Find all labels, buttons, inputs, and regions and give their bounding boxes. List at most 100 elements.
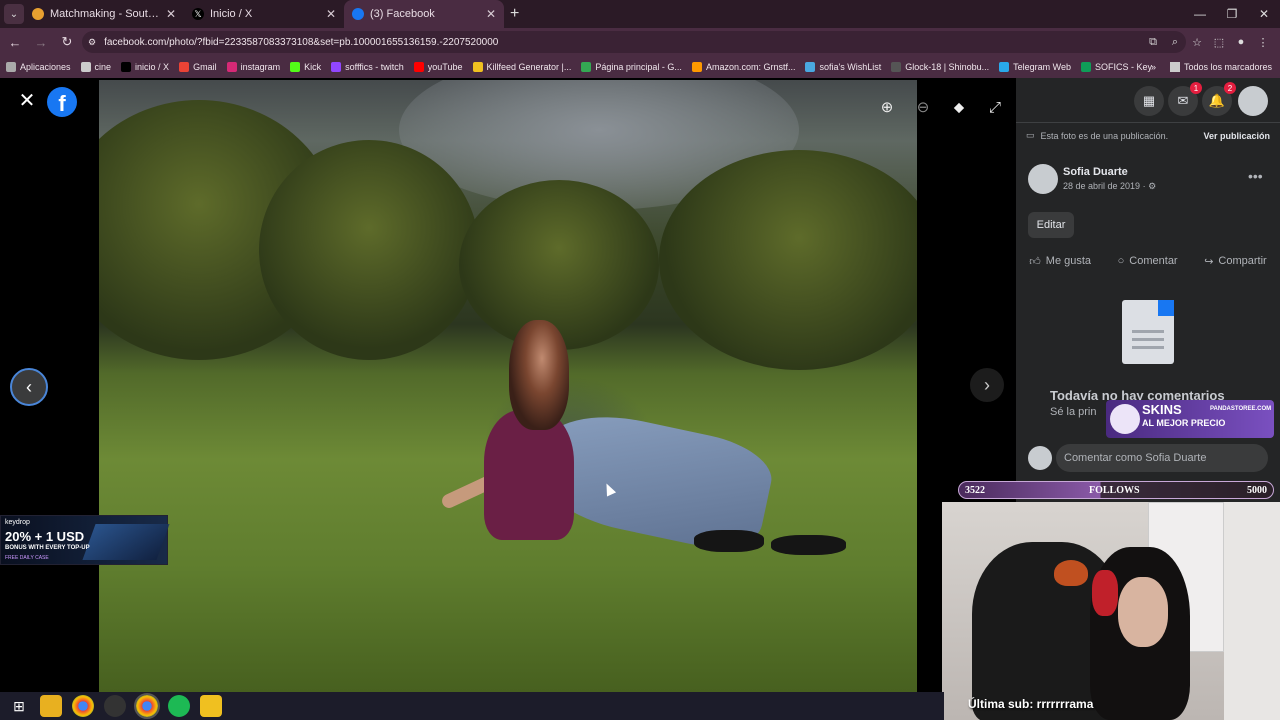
close-tab-icon[interactable]: ✕ (326, 7, 336, 21)
minimize-icon[interactable]: — (1184, 0, 1216, 28)
streamer-face (1118, 577, 1168, 647)
chrome-icon[interactable] (72, 695, 94, 717)
keydrop-ad: keydrop 20% + 1 USD BONUS WITH EVERY TOP… (0, 515, 170, 565)
share-button[interactable]: ↪ Compartir (1204, 250, 1267, 272)
zoom-out-icon[interactable]: ⊖ (910, 94, 936, 120)
bookmark-killfeed[interactable]: Killfeed Generator |... (472, 62, 571, 72)
bookmark-telegram[interactable]: Telegram Web (999, 62, 1071, 72)
menu-grid-icon[interactable]: ▦ (1134, 86, 1164, 116)
close-tab-icon[interactable]: ✕ (166, 7, 176, 21)
browser-toolbar: ← → ↻ ⚙ facebook.com/photo/?fbid=2233587… (0, 28, 1280, 56)
chevron-right-icon[interactable]: » (1151, 62, 1156, 72)
zoom-in-icon[interactable]: ⊕ (874, 94, 900, 120)
bookmark-kick[interactable]: Kick (290, 62, 321, 72)
address-bar[interactable]: ⚙ facebook.com/photo/?fbid=2233587083373… (82, 31, 1186, 53)
new-tab-button[interactable]: + (510, 5, 519, 23)
browser-tab[interactable]: Matchmaking - South America ✕ (24, 0, 184, 28)
comment-bubble-icon: ○ (1117, 255, 1125, 267)
more-options-icon[interactable]: ••• (1248, 168, 1263, 184)
x-icon (121, 62, 132, 72)
windows-start-icon[interactable]: ⊞ (8, 695, 30, 717)
fullscreen-icon[interactable]: ⤢ (982, 94, 1008, 120)
browser-tab-strip: ⌄ Matchmaking - South America ✕ 𝕏 Inicio… (0, 0, 1280, 28)
x-favicon-icon: 𝕏 (192, 8, 204, 20)
account-avatar[interactable] (1238, 86, 1268, 116)
zoom-icon[interactable]: ⌕ (1166, 33, 1184, 51)
browser-menu-icon[interactable]: ⋮ (1254, 33, 1272, 51)
close-window-icon[interactable]: ✕ (1248, 0, 1280, 28)
share-label: Compartir (1218, 255, 1267, 267)
rifle-image (82, 524, 170, 560)
skins-title: SKINS (1142, 402, 1182, 417)
facebook-logo[interactable]: f (47, 87, 77, 117)
bookmark-instagram[interactable]: instagram (226, 62, 280, 72)
next-photo-button[interactable]: › (970, 368, 1004, 402)
like-button[interactable]: 👍︎ Me gusta (1029, 250, 1091, 272)
skins-site: PANDASTOREE.COM (1210, 406, 1272, 412)
gmail-icon (179, 62, 190, 72)
bookmark-gmail[interactable]: Gmail (179, 62, 217, 72)
post-date[interactable]: 28 de abril de 2019 · ⚙ (1063, 181, 1156, 192)
tag-icon[interactable]: ⬥ (946, 94, 972, 120)
browser-tab-active[interactable]: (3) Facebook ✕ (344, 0, 504, 28)
bookmark-apps[interactable]: Aplicaciones (6, 62, 71, 72)
doc-line (1132, 330, 1164, 333)
sheets-icon (1080, 62, 1091, 72)
notifications-icon[interactable]: 🔔 2 (1202, 82, 1236, 116)
drive-icon (581, 62, 592, 72)
tab-search-button[interactable]: ⌄ (4, 4, 24, 24)
reload-icon[interactable]: ↻ (56, 31, 78, 53)
tab-title: Matchmaking - South America (50, 8, 160, 20)
comment-input[interactable]: Comentar como Sofia Duarte (1056, 444, 1268, 472)
bookmark-wishlist[interactable]: sofia's WishList (805, 62, 881, 72)
chrome-active-icon[interactable] (134, 693, 160, 719)
edit-button[interactable]: Editar (1028, 212, 1074, 238)
extensions-icon[interactable]: ⬚ (1210, 33, 1228, 51)
pandastore-ad: SKINS AL MEJOR PRECIO PANDASTOREE.COM (1106, 400, 1274, 438)
bookmark-sofics-key[interactable]: SOFICS - Key (1080, 62, 1152, 72)
obs-icon[interactable] (104, 695, 126, 717)
follows-label: FOLLOWS (1089, 485, 1140, 496)
telegram-icon (999, 62, 1010, 72)
faceit-favicon-icon (32, 8, 44, 20)
author-avatar[interactable] (1028, 164, 1058, 194)
browser-tab[interactable]: 𝕏 Inicio / X ✕ (184, 0, 344, 28)
panda-mascot-icon (1110, 404, 1140, 434)
bookmark-folder-cine[interactable]: cine (80, 62, 111, 72)
privacy-gear-icon[interactable]: ⚙ (1148, 181, 1156, 191)
photo-viewer: ✕ f ⊕ ⊖ ⬥ ⤢ ‹ › (0, 78, 1016, 692)
tab-title: (3) Facebook (370, 8, 435, 20)
file-explorer-icon[interactable] (40, 695, 62, 717)
restore-icon[interactable]: ❐ (1216, 0, 1248, 28)
webcam-feed (942, 502, 1280, 720)
bookmark-amazon[interactable]: Amazon.com: Grnstf... (691, 62, 795, 72)
author-name[interactable]: Sofia Duarte (1063, 166, 1128, 178)
back-icon[interactable]: ← (4, 31, 26, 53)
bookmark-x[interactable]: inicio / X (121, 62, 169, 72)
keydrop-bonus: BONUS WITH EVERY TOP-UP (5, 545, 90, 551)
document-icon (1122, 300, 1174, 364)
bookmark-star-icon[interactable]: ☆ (1188, 33, 1206, 51)
apps-grid-icon (6, 62, 16, 72)
wall (1224, 502, 1280, 720)
app-icon[interactable] (200, 695, 222, 717)
doc-line (1132, 346, 1164, 349)
view-post-link[interactable]: Ver publicación (1203, 131, 1270, 141)
close-tab-icon[interactable]: ✕ (486, 7, 496, 21)
close-viewer-icon[interactable]: ✕ (16, 90, 38, 112)
messenger-icon[interactable]: ✉ 1 (1168, 82, 1202, 116)
install-app-icon[interactable]: ⧉ (1144, 33, 1162, 51)
spotify-icon[interactable] (168, 695, 190, 717)
bookmarks-bar: Aplicaciones cine inicio / X Gmail insta… (0, 56, 1280, 78)
comment-button[interactable]: ○ Comentar (1118, 250, 1178, 272)
site-info-icon[interactable]: ⚙ (88, 37, 96, 48)
bookmark-google-drive[interactable]: Página principal - G... (581, 62, 682, 72)
all-bookmarks[interactable]: » Todos los marcadores (1151, 56, 1272, 78)
previous-photo-button[interactable]: ‹ (10, 368, 48, 406)
headset (1092, 570, 1118, 616)
forward-icon[interactable]: → (30, 31, 52, 53)
profile-icon[interactable]: ● (1232, 33, 1250, 51)
bookmark-youtube[interactable]: youTube (413, 62, 463, 72)
bookmark-twitch[interactable]: sofffics - twitch (331, 62, 404, 72)
bookmark-glock[interactable]: Glock-18 | Shinobu... (891, 62, 989, 72)
